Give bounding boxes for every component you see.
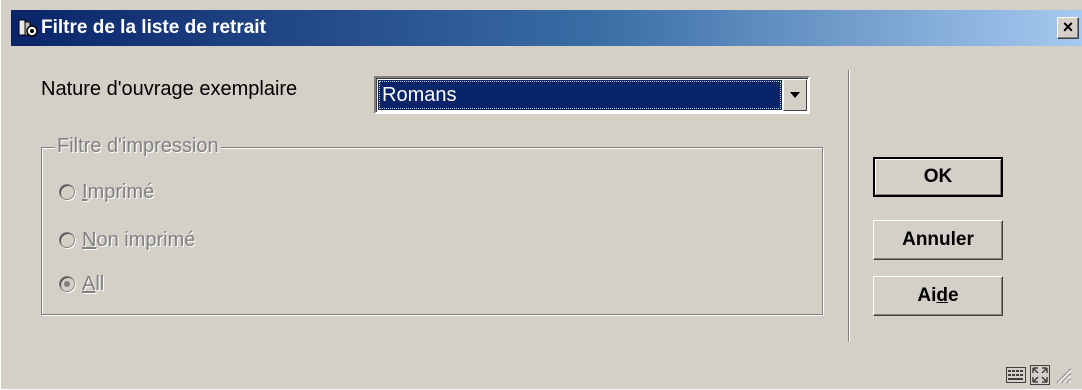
label-rest: ll bbox=[95, 272, 105, 295]
radio-all-label: All bbox=[82, 273, 104, 296]
nature-select-value: Romans bbox=[378, 80, 782, 110]
radio-all[interactable]: All bbox=[59, 272, 104, 296]
radio-printed-indicator[interactable] bbox=[59, 184, 75, 200]
accel-key: N bbox=[82, 228, 97, 251]
status-bar-icons bbox=[1006, 363, 1072, 387]
radio-not-printed[interactable]: Non imprimé bbox=[59, 228, 195, 252]
vertical-divider bbox=[848, 70, 850, 342]
label-rest: on imprimé bbox=[96, 228, 196, 251]
dialog-window: Filtre de la liste de retrait × Nature d… bbox=[0, 0, 1082, 389]
help-label-start: Ai bbox=[917, 285, 937, 306]
radio-not-printed-label: Non imprimé bbox=[82, 229, 195, 252]
expand-icon[interactable] bbox=[1030, 365, 1050, 385]
label-rest: mprimé bbox=[87, 180, 155, 203]
window-title: Filtre de la liste de retrait bbox=[41, 17, 266, 38]
close-icon: × bbox=[1062, 17, 1074, 37]
radio-printed[interactable]: Imprimé bbox=[59, 180, 154, 204]
radio-printed-label: Imprimé bbox=[82, 181, 154, 204]
radio-not-printed-indicator[interactable] bbox=[59, 232, 75, 248]
resize-grip-icon[interactable] bbox=[1054, 366, 1072, 384]
nature-select[interactable]: Romans bbox=[374, 76, 810, 114]
app-icon bbox=[17, 17, 39, 39]
ok-button[interactable]: OK bbox=[873, 157, 1003, 197]
dropdown-arrow-button[interactable] bbox=[783, 79, 807, 111]
radio-all-indicator[interactable] bbox=[59, 276, 75, 292]
nature-label: Nature d'ouvrage exemplaire bbox=[41, 78, 298, 100]
close-button[interactable]: × bbox=[1057, 17, 1079, 39]
help-accel-key: d bbox=[936, 285, 949, 306]
print-filter-title: Filtre d'impression bbox=[55, 135, 221, 158]
cancel-button[interactable]: Annuler bbox=[873, 220, 1003, 260]
keyboard-grid-icon[interactable] bbox=[1006, 367, 1026, 383]
help-label-end: e bbox=[948, 285, 959, 306]
help-button[interactable]: Aide bbox=[873, 276, 1003, 316]
title-bar[interactable]: Filtre de la liste de retrait × bbox=[11, 10, 1082, 46]
accel-key: A bbox=[82, 272, 96, 295]
